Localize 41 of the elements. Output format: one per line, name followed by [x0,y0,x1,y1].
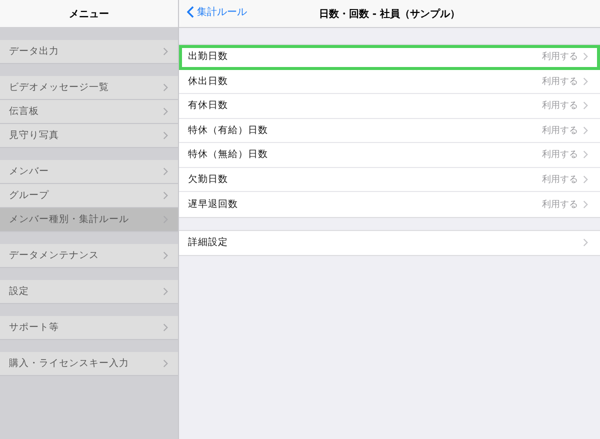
chevron-icon [163,167,168,176]
chevron-icon [583,174,588,184]
menu-item[interactable]: メンバー [0,160,178,184]
menu-item[interactable]: 見守り写真 [0,124,178,148]
chevron-icon [583,52,588,62]
chevron-icon [163,191,168,200]
chevron-icon [163,47,168,56]
setting-row[interactable]: 欠勤日数 利用する [179,168,600,192]
sidebar-title: メニュー [69,8,109,20]
chevron-icon [583,200,588,209]
chevron-icon [163,251,168,260]
menu-item[interactable]: サポート等 [0,316,178,340]
menu-item[interactable]: グループ [0,184,178,208]
setting-row[interactable]: 遅早退回数 利用する [179,192,600,216]
setting-row[interactable]: 詳細設定 [179,230,600,255]
chevron-icon [163,323,168,332]
setting-row[interactable]: 特休（有給）日数 利用する [179,118,600,143]
chevron-icon [163,131,168,140]
back-button[interactable]: 集計ルール [187,5,247,19]
setting-row[interactable]: 有休日数 利用する [179,94,600,118]
chevron-icon [583,126,588,135]
chevron-icon [583,150,588,160]
menu-item[interactable]: 設定 [0,280,178,304]
menu-item[interactable]: データ出力 [0,40,178,64]
chevron-icon [583,101,588,110]
chevron-icon [163,359,168,368]
setting-row[interactable]: 休出日数 利用する [179,70,600,94]
menu-item[interactable]: 購入・ライセンスキー入力 [0,352,178,376]
setting-row[interactable]: 出勤日数 利用する [179,45,600,70]
page-title: 日数・回数 - 社員（サンプル） [318,7,460,20]
back-chevron-icon [187,6,194,18]
menu-item[interactable]: メンバー種別・集計ルール [0,208,178,232]
menu-item[interactable]: ビデオメッセージ一覧 [0,76,178,100]
menu-item[interactable]: データメンテナンス [0,244,178,268]
chevron-icon [583,76,588,86]
chevron-icon [163,83,168,92]
chevron-icon [163,107,168,116]
chevron-icon [163,287,168,296]
menu-item[interactable]: 伝言板 [0,100,178,124]
chevron-icon [583,238,588,248]
setting-row[interactable]: 特休（無給）日数 利用する [179,143,600,168]
